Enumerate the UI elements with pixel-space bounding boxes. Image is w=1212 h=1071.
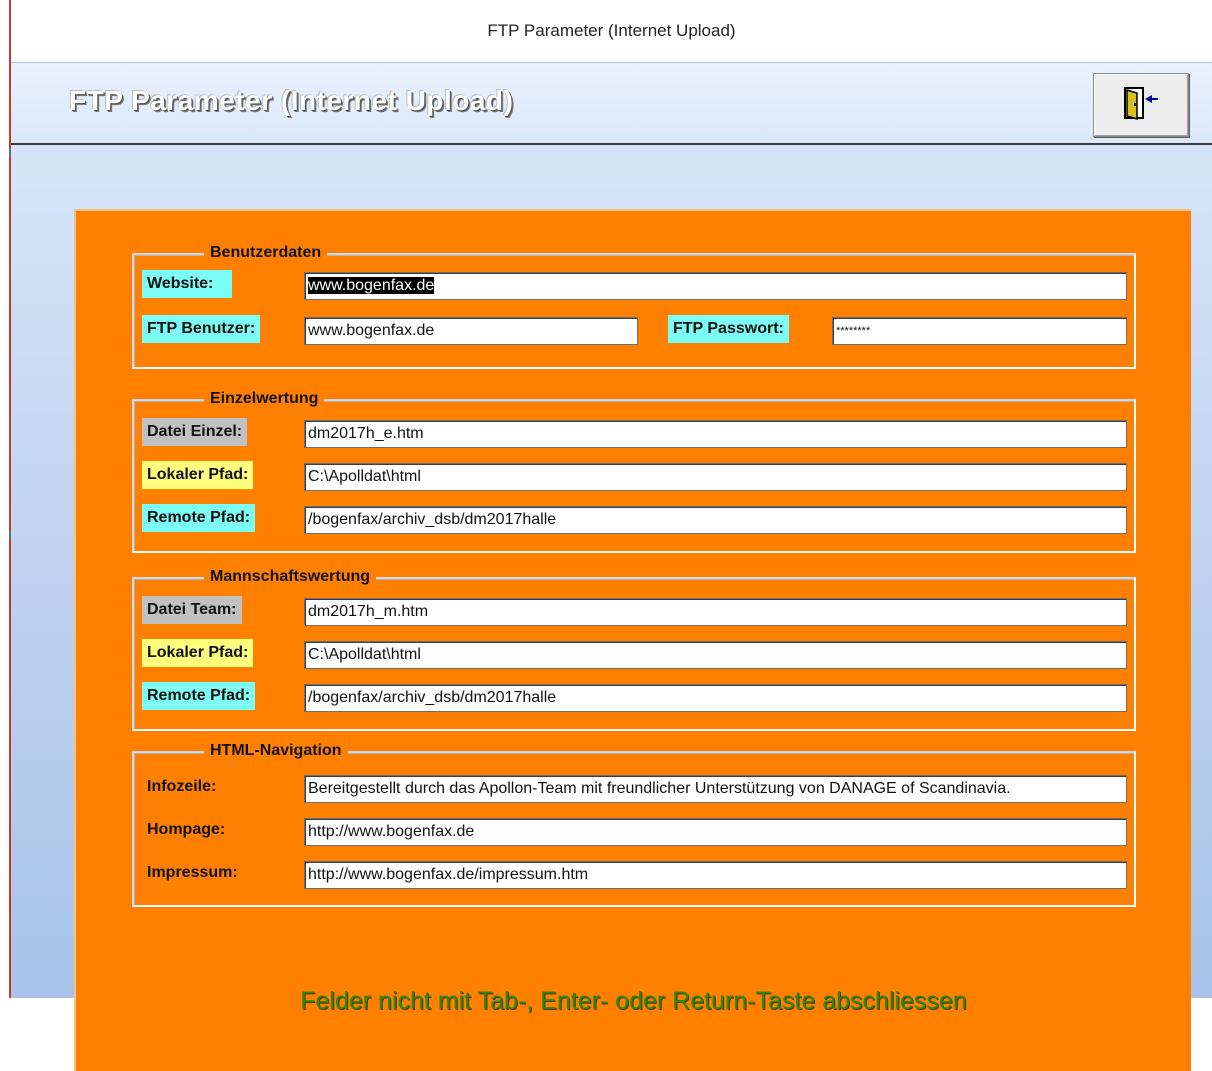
remote-path-team-field[interactable]: /bogenfax/archiv_dsb/dm2017halle xyxy=(304,684,1127,712)
website-field[interactable]: www.bogenfax.de xyxy=(304,272,1127,300)
group-html-navigation: HTML-Navigation Infozeile: Bereitgestell… xyxy=(132,741,1136,907)
exit-button[interactable] xyxy=(1093,73,1189,137)
website-label: Website: xyxy=(142,270,232,298)
ftp-password-label: FTP Passwort: xyxy=(668,315,789,343)
group-legend-mannschaftswertung: Mannschaftswertung xyxy=(204,567,377,587)
door-exit-icon xyxy=(1123,86,1159,125)
app-area: FTP Parameter (Internet Upload) Benutzer… xyxy=(11,63,1212,1071)
website-value: www.bogenfax.de xyxy=(308,277,435,294)
local-path-team-label: Lokaler Pfad: xyxy=(142,639,254,667)
group-legend-benutzerdaten: Benutzerdaten xyxy=(204,243,328,263)
file-einzel-field[interactable]: dm2017h_e.htm xyxy=(304,420,1127,448)
local-path-einzel-field[interactable]: C:\Apolldat\html xyxy=(304,463,1127,491)
remote-path-einzel-field[interactable]: /bogenfax/archiv_dsb/dm2017halle xyxy=(304,506,1127,534)
group-einzelwertung: Einzelwertung Datei Einzel: dm2017h_e.ht… xyxy=(132,389,1136,553)
group-legend-html-navigation: HTML-Navigation xyxy=(204,741,348,761)
group-mannschaftswertung: Mannschaftswertung Datei Team: dm2017h_m… xyxy=(132,567,1136,731)
file-einzel-label: Datei Einzel: xyxy=(142,418,248,446)
group-legend-einzelwertung: Einzelwertung xyxy=(204,389,325,409)
remote-path-einzel-label: Remote Pfad: xyxy=(142,504,256,532)
group-benutzerdaten: Benutzerdaten Website: www.bogenfax.de F… xyxy=(132,243,1136,369)
file-team-label: Datei Team: xyxy=(142,596,242,624)
remote-path-team-label: Remote Pfad: xyxy=(142,682,256,710)
notice-text: Felder nicht mit Tab-, Enter- oder Retur… xyxy=(300,987,967,1015)
infozeile-field[interactable]: Bereitgestellt durch das Apollon-Team mi… xyxy=(304,775,1127,803)
homepage-label: Hompage: xyxy=(147,821,226,838)
impressum-label: Impressum: xyxy=(147,864,238,881)
window-title: FTP Parameter (Internet Upload) xyxy=(487,21,736,40)
ftp-password-field[interactable]: ******** xyxy=(832,317,1127,345)
ftp-user-field[interactable]: www.bogenfax.de xyxy=(304,317,638,345)
homepage-field[interactable]: http://www.bogenfax.de xyxy=(304,818,1127,846)
infozeile-label: Infozeile: xyxy=(147,778,217,795)
window-left-edge xyxy=(0,0,12,998)
local-path-einzel-label: Lokaler Pfad: xyxy=(142,461,254,489)
impressum-field[interactable]: http://www.bogenfax.de/impressum.htm xyxy=(304,861,1127,889)
page-title: FTP Parameter (Internet Upload) xyxy=(69,85,514,116)
header-band: FTP Parameter (Internet Upload) xyxy=(11,63,1212,145)
file-team-field[interactable]: dm2017h_m.htm xyxy=(304,598,1127,626)
window-titlebar: FTP Parameter (Internet Upload) xyxy=(11,0,1212,63)
ftp-user-label: FTP Benutzer: xyxy=(142,315,261,343)
form-panel: Benutzerdaten Website: www.bogenfax.de F… xyxy=(74,209,1191,1071)
local-path-team-field[interactable]: C:\Apolldat\html xyxy=(304,641,1127,669)
